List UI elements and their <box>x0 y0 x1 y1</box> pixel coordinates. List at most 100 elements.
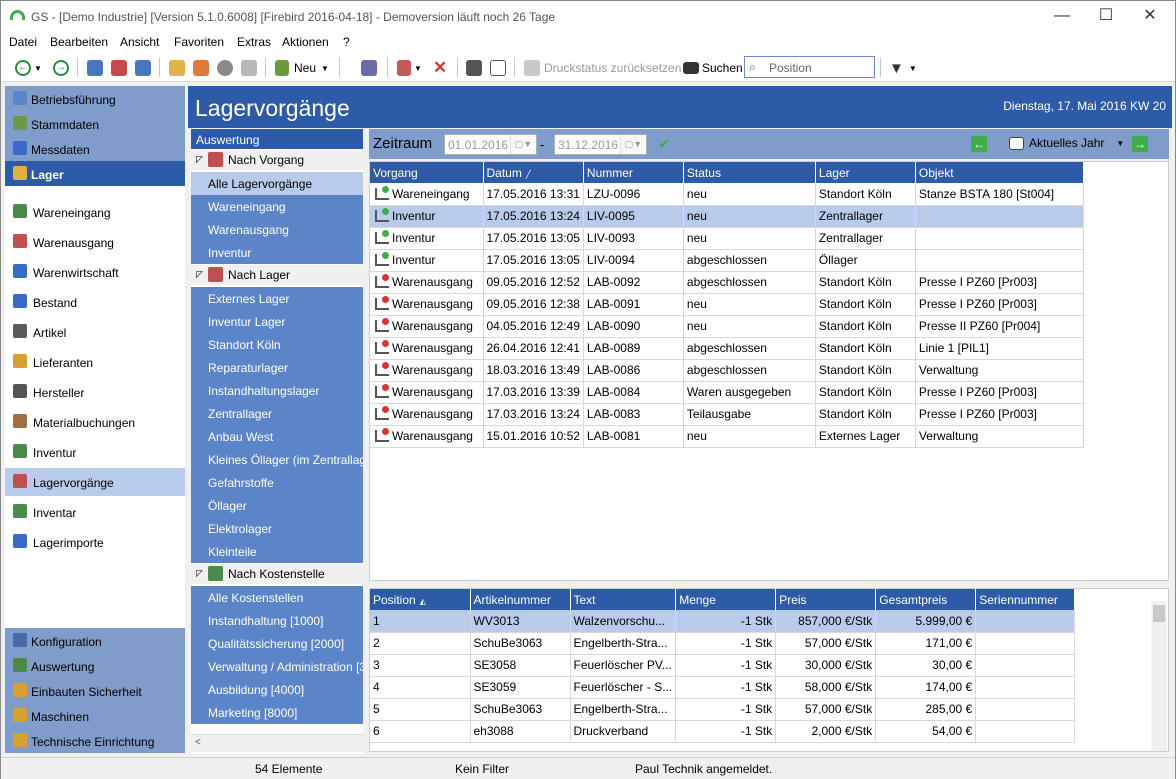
column-header[interactable]: Artikelnummer <box>470 589 571 610</box>
nav-item-materialbuchungen[interactable]: Materialbuchungen <box>5 408 185 436</box>
tree-item[interactable]: Marketing [8000] <box>191 701 363 724</box>
date-from-input[interactable]: 01.01.2016 ▢▼ <box>444 134 537 155</box>
calendar-24-button[interactable] <box>217 58 233 78</box>
tree-item[interactable]: Zentrallager <box>191 402 363 425</box>
calendar-dropdown-icon[interactable]: ▢▼ <box>620 135 646 154</box>
tree-item[interactable]: Kleinteile <box>191 540 363 563</box>
back-button[interactable]: ← ▼ <box>15 58 42 78</box>
table-row[interactable]: Warenausgang 17.03.2016 13:39 LAB-0084 Ware… <box>370 381 1084 404</box>
tree-item[interactable]: Standort Köln <box>191 333 363 356</box>
tree-item[interactable]: Qualitätssicherung [2000] <box>191 632 363 655</box>
tree-item[interactable]: Inventur <box>191 241 363 264</box>
nav-item-lieferanten[interactable]: Lieferanten <box>5 348 185 376</box>
table-row[interactable]: 1 WV3013 Walzenvorschu... -1 Stk 857,000 €/S… <box>370 610 1076 633</box>
print-button[interactable] <box>466 58 482 78</box>
tree-item[interactable]: Warenausgang <box>191 218 363 241</box>
nav-item-hersteller[interactable]: Hersteller <box>5 378 185 406</box>
menu-aktionen[interactable]: Aktionen <box>282 35 329 49</box>
nav-group-auswertung[interactable]: Auswertung <box>5 653 185 678</box>
tree-item[interactable]: Ausbildung [4000] <box>191 678 363 701</box>
table-row[interactable]: Warenausgang 18.03.2016 13:49 LAB-0086 abge… <box>370 359 1084 382</box>
next-period-button[interactable]: → <box>1132 136 1148 152</box>
nav-item-wareneingang[interactable]: Wareneingang <box>5 198 185 226</box>
nav-group-technische-einrichtung[interactable]: Technische Einrichtung <box>5 728 185 753</box>
druckstatus-button[interactable]: Druckstatus zurücksetzen <box>524 58 681 78</box>
table-row[interactable]: 4 SE3059 Feuerlöscher - S... -1 Stk 58,000 €… <box>370 676 1076 699</box>
table-row[interactable]: Warenausgang 09.05.2016 12:38 LAB-0091 neu S… <box>370 293 1084 316</box>
table-row[interactable]: Wareneingang 17.05.2016 13:31 LZU-0096 neu S… <box>370 183 1084 206</box>
nav-group-stammdaten[interactable]: Stammdaten <box>5 111 185 136</box>
column-header[interactable]: Position ◭ <box>370 589 471 610</box>
menu-favoriten[interactable]: Favoriten <box>174 35 224 49</box>
column-header[interactable]: Datum ╱ <box>483 162 584 183</box>
document-button[interactable]: ▼ <box>397 58 422 78</box>
menu-datei[interactable]: Datei <box>9 35 37 49</box>
tree-item[interactable]: Anbau West <box>191 425 363 448</box>
user-delete-button[interactable] <box>111 58 127 78</box>
table-row[interactable]: Warenausgang 26.04.2016 12:41 LAB-0089 abge… <box>370 337 1084 360</box>
menu-extras[interactable]: Extras <box>237 35 271 49</box>
nav-item-inventur[interactable]: Inventur <box>5 438 185 466</box>
menu-ansicht[interactable]: Ansicht <box>120 35 159 49</box>
nav-group-lager[interactable]: Lager <box>5 161 185 186</box>
nav-item-warenwirtschaft[interactable]: Warenwirtschaft <box>5 258 185 286</box>
menu-help[interactable]: ? <box>343 35 350 49</box>
column-header[interactable]: Lager <box>815 162 916 183</box>
search-input[interactable]: ⌕ Position <box>744 56 875 78</box>
scroll-left-icon[interactable]: < <box>195 737 201 748</box>
tree-item[interactable]: Öllager <box>191 494 363 517</box>
calendar-dropdown-icon[interactable]: ▢▼ <box>510 135 536 154</box>
collapse-icon[interactable]: ◸ <box>196 269 203 280</box>
tree-item[interactable]: Wareneingang <box>191 195 363 218</box>
nav-item-inventar[interactable]: Inventar <box>5 498 185 526</box>
collapse-icon[interactable]: ◸ <box>196 568 203 579</box>
tree-item[interactable]: Elektrolager <box>191 517 363 540</box>
close-button[interactable]: ✕ <box>1135 5 1165 27</box>
filter-button[interactable]: ▼ ▼ <box>889 58 917 78</box>
tree-item[interactable]: Reparaturlager <box>191 356 363 379</box>
forward-button[interactable]: → <box>53 58 69 78</box>
tree-group-nach-vorgang[interactable]: ◸ Nach Vorgang <box>191 150 363 170</box>
nav-group-einbauten-sicherheit[interactable]: Einbauten Sicherheit <box>5 678 185 703</box>
column-header[interactable]: Objekt <box>915 162 1084 183</box>
table-row[interactable]: Warenausgang 17.03.2016 13:24 LAB-0083 Teil… <box>370 403 1084 426</box>
menu-bearbeiten[interactable]: Bearbeiten <box>50 35 108 49</box>
tree-item[interactable]: Externes Lager <box>191 287 363 310</box>
tree-item[interactable]: Verwaltung / Administration [3000] <box>191 655 363 678</box>
delete-button[interactable]: ✕ <box>433 58 447 78</box>
table-row[interactable]: 5 SchuBe3063 Engelberth-Stra... -1 Stk 57,00… <box>370 698 1076 721</box>
table-row[interactable]: Inventur 17.05.2016 13:05 LIV-0094 abgeschl… <box>370 249 1084 272</box>
tree-horizontal-scrollbar[interactable]: < <box>191 734 363 752</box>
tree-item[interactable]: Inventur Lager <box>191 310 363 333</box>
tree-item[interactable]: Instandhaltung [1000] <box>191 609 363 632</box>
tree-item[interactable]: Gefahrstoffe <box>191 471 363 494</box>
nav-group-maschinen[interactable]: Maschinen <box>5 703 185 728</box>
tree-item[interactable]: Alle Lagervorgänge <box>191 172 363 195</box>
column-header[interactable]: Preis <box>775 589 877 610</box>
table-row[interactable]: Warenausgang 15.01.2016 10:52 LAB-0081 neu E… <box>370 425 1084 448</box>
nav-item-artikel[interactable]: Artikel <box>5 318 185 346</box>
previous-period-button[interactable]: ← <box>971 136 987 152</box>
nav-item-lagerimporte[interactable]: Lagerimporte <box>5 528 185 556</box>
collapse-icon[interactable]: ◸ <box>196 154 203 165</box>
nav-item-lagervorgaenge[interactable]: Lagervorgänge <box>5 468 185 496</box>
table-row[interactable]: Inventur 17.05.2016 13:24 LIV-0095 neu Zentr… <box>370 205 1084 228</box>
tree-item[interactable]: Kleines Öllager (im Zentrallager) <box>191 448 363 471</box>
column-header[interactable]: Status <box>683 162 816 183</box>
column-header[interactable]: Nummer <box>583 162 684 183</box>
edit-list-button[interactable] <box>361 58 377 78</box>
column-header[interactable]: Text <box>570 589 677 610</box>
column-header[interactable]: Menge <box>675 589 777 610</box>
column-header[interactable]: Gesamtpreis <box>875 589 977 610</box>
positions-vertical-scrollbar[interactable] <box>1151 601 1167 751</box>
table-row[interactable]: 3 SE3058 Feuerlöscher PV... -1 Stk 30,000 €/… <box>370 654 1076 677</box>
maximize-button[interactable]: ☐ <box>1091 5 1121 27</box>
column-header[interactable]: Seriennummer <box>975 589 1076 610</box>
table-row[interactable]: 2 SchuBe3063 Engelberth-Stra... -1 Stk 57,00… <box>370 632 1076 655</box>
neu-button[interactable]: Neu ▼ <box>275 58 329 78</box>
nav-group-messdaten[interactable]: Messdaten <box>5 136 185 161</box>
column-header[interactable]: Vorgang <box>370 162 484 183</box>
tree-group-nach-lager[interactable]: ◸ Nach Lager <box>191 265 363 285</box>
nav-group-konfiguration[interactable]: Konfiguration <box>5 628 185 653</box>
table-row[interactable]: Warenausgang 04.05.2016 12:49 LAB-0090 neu S… <box>370 315 1084 338</box>
